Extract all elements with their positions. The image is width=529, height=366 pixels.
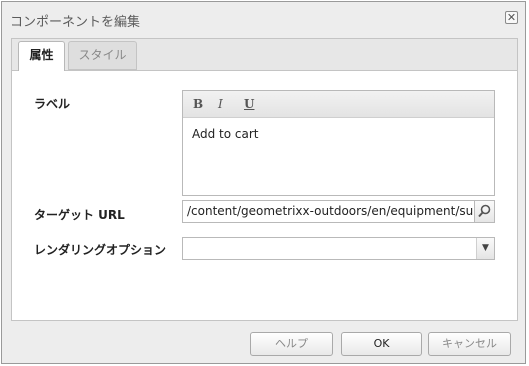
close-button[interactable]: ✕ (505, 11, 518, 24)
browse-button[interactable] (475, 200, 495, 223)
underline-button[interactable]: U (244, 97, 254, 111)
help-button[interactable]: ヘルプ (250, 332, 333, 356)
dialog-footer: ヘルプ OK キャンセル (2, 324, 525, 364)
target-url-label: ターゲット URL (34, 208, 125, 222)
cancel-button[interactable]: キャンセル (428, 332, 511, 356)
rte-toolbar: B I U (183, 91, 494, 118)
dialog-title: コンポーネントを編集 (10, 15, 141, 30)
dialog-titlebar[interactable]: コンポーネントを編集 ✕ (2, 2, 525, 34)
label-field-label: ラベル (34, 97, 71, 111)
label-text-value[interactable]: Add to cart (192, 127, 259, 141)
edit-component-dialog: コンポーネントを編集 ✕ 属性 スタイル ラベル B I U Add to ca… (1, 1, 526, 364)
target-url-input[interactable]: /content/geometrixx-outdoors/en/equipmen… (182, 200, 475, 223)
ok-button[interactable]: OK (341, 332, 422, 356)
close-icon: ✕ (506, 11, 517, 24)
italic-button[interactable]: I (218, 97, 223, 111)
rendering-option-label: レンダリングオプション (34, 243, 167, 257)
bold-button[interactable]: B (193, 97, 203, 111)
rendering-option-select[interactable]: ▼ (182, 237, 495, 260)
form-panel: 属性 スタイル ラベル B I U Add to cart ターゲット URL … (11, 38, 518, 321)
label-rich-text-editor[interactable]: B I U Add to cart (182, 90, 495, 196)
tab-styles[interactable]: スタイル (68, 41, 137, 70)
tab-bar: 属性 スタイル (12, 39, 517, 71)
chevron-down-icon[interactable]: ▼ (476, 238, 494, 259)
search-icon (478, 204, 491, 218)
tab-properties[interactable]: 属性 (18, 41, 65, 71)
